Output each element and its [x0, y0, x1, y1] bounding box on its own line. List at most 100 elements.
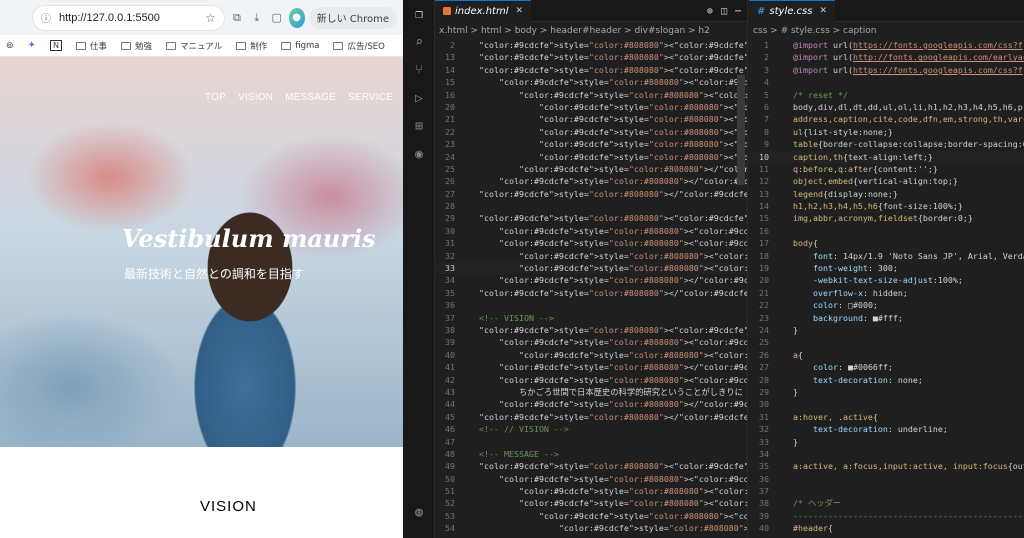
- code-line[interactable]: 2 "color:#9cdcfe">style="color:#808080"><…: [435, 39, 747, 51]
- code-line[interactable]: 38 "color:#9cdcfe">style="color:#808080">…: [435, 324, 747, 336]
- bookmark-folder[interactable]: 制作: [236, 40, 267, 52]
- code-line[interactable]: 8 ul{list-style:none;}: [749, 126, 1024, 138]
- run-debug-icon[interactable]: ▷: [403, 84, 435, 112]
- code-line[interactable]: 34: [749, 448, 1024, 460]
- code-line[interactable]: 42 "color:#9cdcfe">style="color:#808080"…: [435, 374, 747, 386]
- code-line[interactable]: 36: [749, 473, 1024, 485]
- account-icon[interactable]: ◍: [403, 498, 435, 526]
- extensions-icon[interactable]: ⊞: [403, 112, 435, 140]
- code-line[interactable]: 1 @import url(https://fonts.googleapis.co…: [749, 39, 1024, 51]
- code-line[interactable]: 38 /* ヘッダー: [749, 497, 1024, 509]
- code-line[interactable]: 35 a:active, a:focus,input:active, input:…: [749, 460, 1024, 472]
- code-line[interactable]: 41 "color:#9cdcfe">style="color:#808080"…: [435, 361, 747, 373]
- code-line[interactable]: 26 "color:#9cdcfe">style="color:#808080"…: [435, 175, 747, 187]
- code-line[interactable]: 39 --------------------------------------…: [749, 510, 1024, 522]
- close-icon[interactable]: ✕: [819, 6, 827, 16]
- code-line[interactable]: 12 object,embed{vertical-align:top;}: [749, 175, 1024, 187]
- code-line[interactable]: 15 img,abbr,acronym,fieldset{border:0;}: [749, 212, 1024, 224]
- bookmark-folder[interactable]: マニュアル: [165, 40, 222, 52]
- notion-icon[interactable]: N: [49, 40, 62, 51]
- code-line[interactable]: 32 "color:#9cdcfe">style="color:#808080"…: [435, 250, 747, 262]
- code-line[interactable]: 47: [435, 436, 747, 448]
- code-line[interactable]: 5 /* reset */: [749, 89, 1024, 101]
- code-line[interactable]: 24}: [749, 324, 1024, 336]
- more-actions-icon[interactable]: ⋯: [735, 6, 741, 17]
- code-line[interactable]: 28 text-decoration: none;: [749, 374, 1024, 386]
- tab-search-icon[interactable]: ▢: [269, 8, 285, 28]
- close-icon[interactable]: ✕: [516, 6, 524, 16]
- code-line[interactable]: 15 "color:#9cdcfe">style="color:#808080"…: [435, 76, 747, 88]
- code-line[interactable]: 27 "color:#9cdcfe">style="color:#808080">…: [435, 188, 747, 200]
- code-line[interactable]: 50 "color:#9cdcfe">style="color:#808080"…: [435, 473, 747, 485]
- code-line[interactable]: 26 a{: [749, 349, 1024, 361]
- explorer-icon[interactable]: ❐: [403, 0, 435, 28]
- bookmark-folder[interactable]: 仕事: [75, 40, 107, 52]
- html-code-area[interactable]: 2 "color:#9cdcfe">style="color:#808080"><…: [435, 39, 747, 535]
- code-line[interactable]: 51 "color:#9cdcfe">style="color:#808080"…: [435, 485, 747, 497]
- nav-link-top[interactable]: TOP: [205, 92, 226, 103]
- code-line[interactable]: 14 "color:#9cdcfe">style="color:#808080">…: [435, 64, 747, 76]
- code-line[interactable]: 33 "color:#9cdcfe">style="color:#808080"…: [435, 262, 747, 275]
- nav-link-service[interactable]: SERVICE: [348, 92, 393, 103]
- code-line[interactable]: 31 "color:#9cdcfe">style="color:#808080"…: [435, 237, 747, 249]
- tab-index-html[interactable]: index.html ✕: [435, 0, 532, 22]
- split-editor-icon[interactable]: ◫: [721, 6, 727, 17]
- bookmark-folder[interactable]: 広告/SEO: [333, 40, 385, 52]
- source-control-icon[interactable]: ⑂: [403, 56, 435, 84]
- download-icon[interactable]: ⤓: [249, 8, 265, 28]
- code-line[interactable]: 20 -webkit-text-size-adjust:100%;: [749, 274, 1024, 286]
- code-line[interactable]: 27 color: ■#0066ff;: [749, 361, 1024, 373]
- code-line[interactable]: 44 "color:#9cdcfe">style="color:#808080"…: [435, 398, 747, 410]
- gemini-icon[interactable]: ✦: [28, 40, 36, 51]
- new-chrome-button[interactable]: 新しい Chrome: [308, 6, 397, 29]
- code-line[interactable]: 23 background: ■#fff;: [749, 312, 1024, 324]
- code-line[interactable]: 37 <!-- VISION -->: [435, 312, 747, 324]
- code-line[interactable]: 7 address,caption,cite,code,dfn,em,strong…: [749, 113, 1024, 125]
- code-line[interactable]: 28: [435, 200, 747, 212]
- code-line[interactable]: 54 "color:#9cdcfe">style="color:#808080"…: [435, 522, 747, 534]
- url-text[interactable]: http://127.0.0.1:5500: [59, 12, 160, 24]
- code-line[interactable]: 3 @import url(https://fonts.googleapis.co…: [749, 64, 1024, 76]
- code-line[interactable]: 22 "color:#9cdcfe">style="color:#808080"…: [435, 126, 747, 138]
- code-line[interactable]: 14 h1,h2,h3,h4,h5,h6{font-size:100%;}: [749, 200, 1024, 212]
- code-line[interactable]: 25: [749, 336, 1024, 348]
- bookmark-folder[interactable]: 勉強: [120, 40, 152, 52]
- code-line[interactable]: 25 "color:#9cdcfe">style="color:#808080"…: [435, 163, 747, 175]
- code-line[interactable]: 31 a:hover, .active{: [749, 411, 1024, 423]
- code-line[interactable]: 13 "color:#9cdcfe">style="color:#808080">…: [435, 51, 747, 63]
- bookmark-star-icon[interactable]: ☆: [205, 11, 216, 25]
- nav-link-vision[interactable]: VISION: [238, 92, 273, 103]
- code-line[interactable]: 52 "color:#9cdcfe">style="color:#808080"…: [435, 497, 747, 509]
- search-icon[interactable]: ⌕: [403, 28, 435, 56]
- code-line[interactable]: 16 "color:#9cdcfe">style="color:#808080"…: [435, 89, 747, 101]
- code-line[interactable]: 10 caption,th{text-align:left;}: [749, 150, 1024, 163]
- code-line[interactable]: 33}: [749, 436, 1024, 448]
- code-line[interactable]: 22 color: □#000;: [749, 299, 1024, 311]
- site-info-icon[interactable]: ⓘ: [41, 10, 51, 25]
- code-line[interactable]: 39 "color:#9cdcfe">style="color:#808080"…: [435, 336, 747, 348]
- code-line[interactable]: 43 ちかごろ世間で日本歴史の科学的研究ということがしきりに: [435, 386, 747, 398]
- code-line[interactable]: 35 "color:#9cdcfe">style="color:#808080">…: [435, 287, 747, 299]
- code-line[interactable]: 49 "color:#9cdcfe">style="color:#808080">…: [435, 460, 747, 472]
- open-changes-icon[interactable]: ⊕: [707, 6, 713, 17]
- code-line[interactable]: 21 "color:#9cdcfe">style="color:#808080"…: [435, 113, 747, 125]
- css-code-area[interactable]: 1 @import url(https://fonts.googleapis.co…: [749, 39, 1024, 535]
- code-line[interactable]: 2 @import url(http://fonts.googleapis.com…: [749, 51, 1024, 63]
- code-line[interactable]: 11 q:before,q:after{content:'';}: [749, 163, 1024, 175]
- code-line[interactable]: 53 "color:#9cdcfe">style="color:#808080"…: [435, 510, 747, 522]
- apps-icon[interactable]: ⊚: [6, 41, 14, 51]
- bookmark-folder[interactable]: figma: [281, 41, 319, 51]
- extensions-icon[interactable]: ⧉: [229, 8, 245, 28]
- code-line[interactable]: 30 "color:#9cdcfe">style="color:#808080"…: [435, 225, 747, 237]
- code-line[interactable]: 24 "color:#9cdcfe">style="color:#808080"…: [435, 151, 747, 163]
- code-line[interactable]: 30: [749, 398, 1024, 410]
- code-line[interactable]: 9 table{border-collapse:collapse;border-s…: [749, 138, 1024, 150]
- code-line[interactable]: 40 "color:#9cdcfe">style="color:#808080"…: [435, 349, 747, 361]
- code-line[interactable]: 17 body{: [749, 237, 1024, 249]
- code-line[interactable]: 23 "color:#9cdcfe">style="color:#808080"…: [435, 138, 747, 150]
- github-icon[interactable]: ◉: [403, 140, 435, 168]
- tab-style-css[interactable]: # style.css ✕: [749, 0, 836, 22]
- breadcrumb[interactable]: x.html > html > body > header#header > d…: [435, 22, 747, 39]
- code-line[interactable]: 16: [749, 225, 1024, 237]
- address-bar[interactable]: ⓘ http://127.0.0.1:5500 ☆: [32, 4, 225, 31]
